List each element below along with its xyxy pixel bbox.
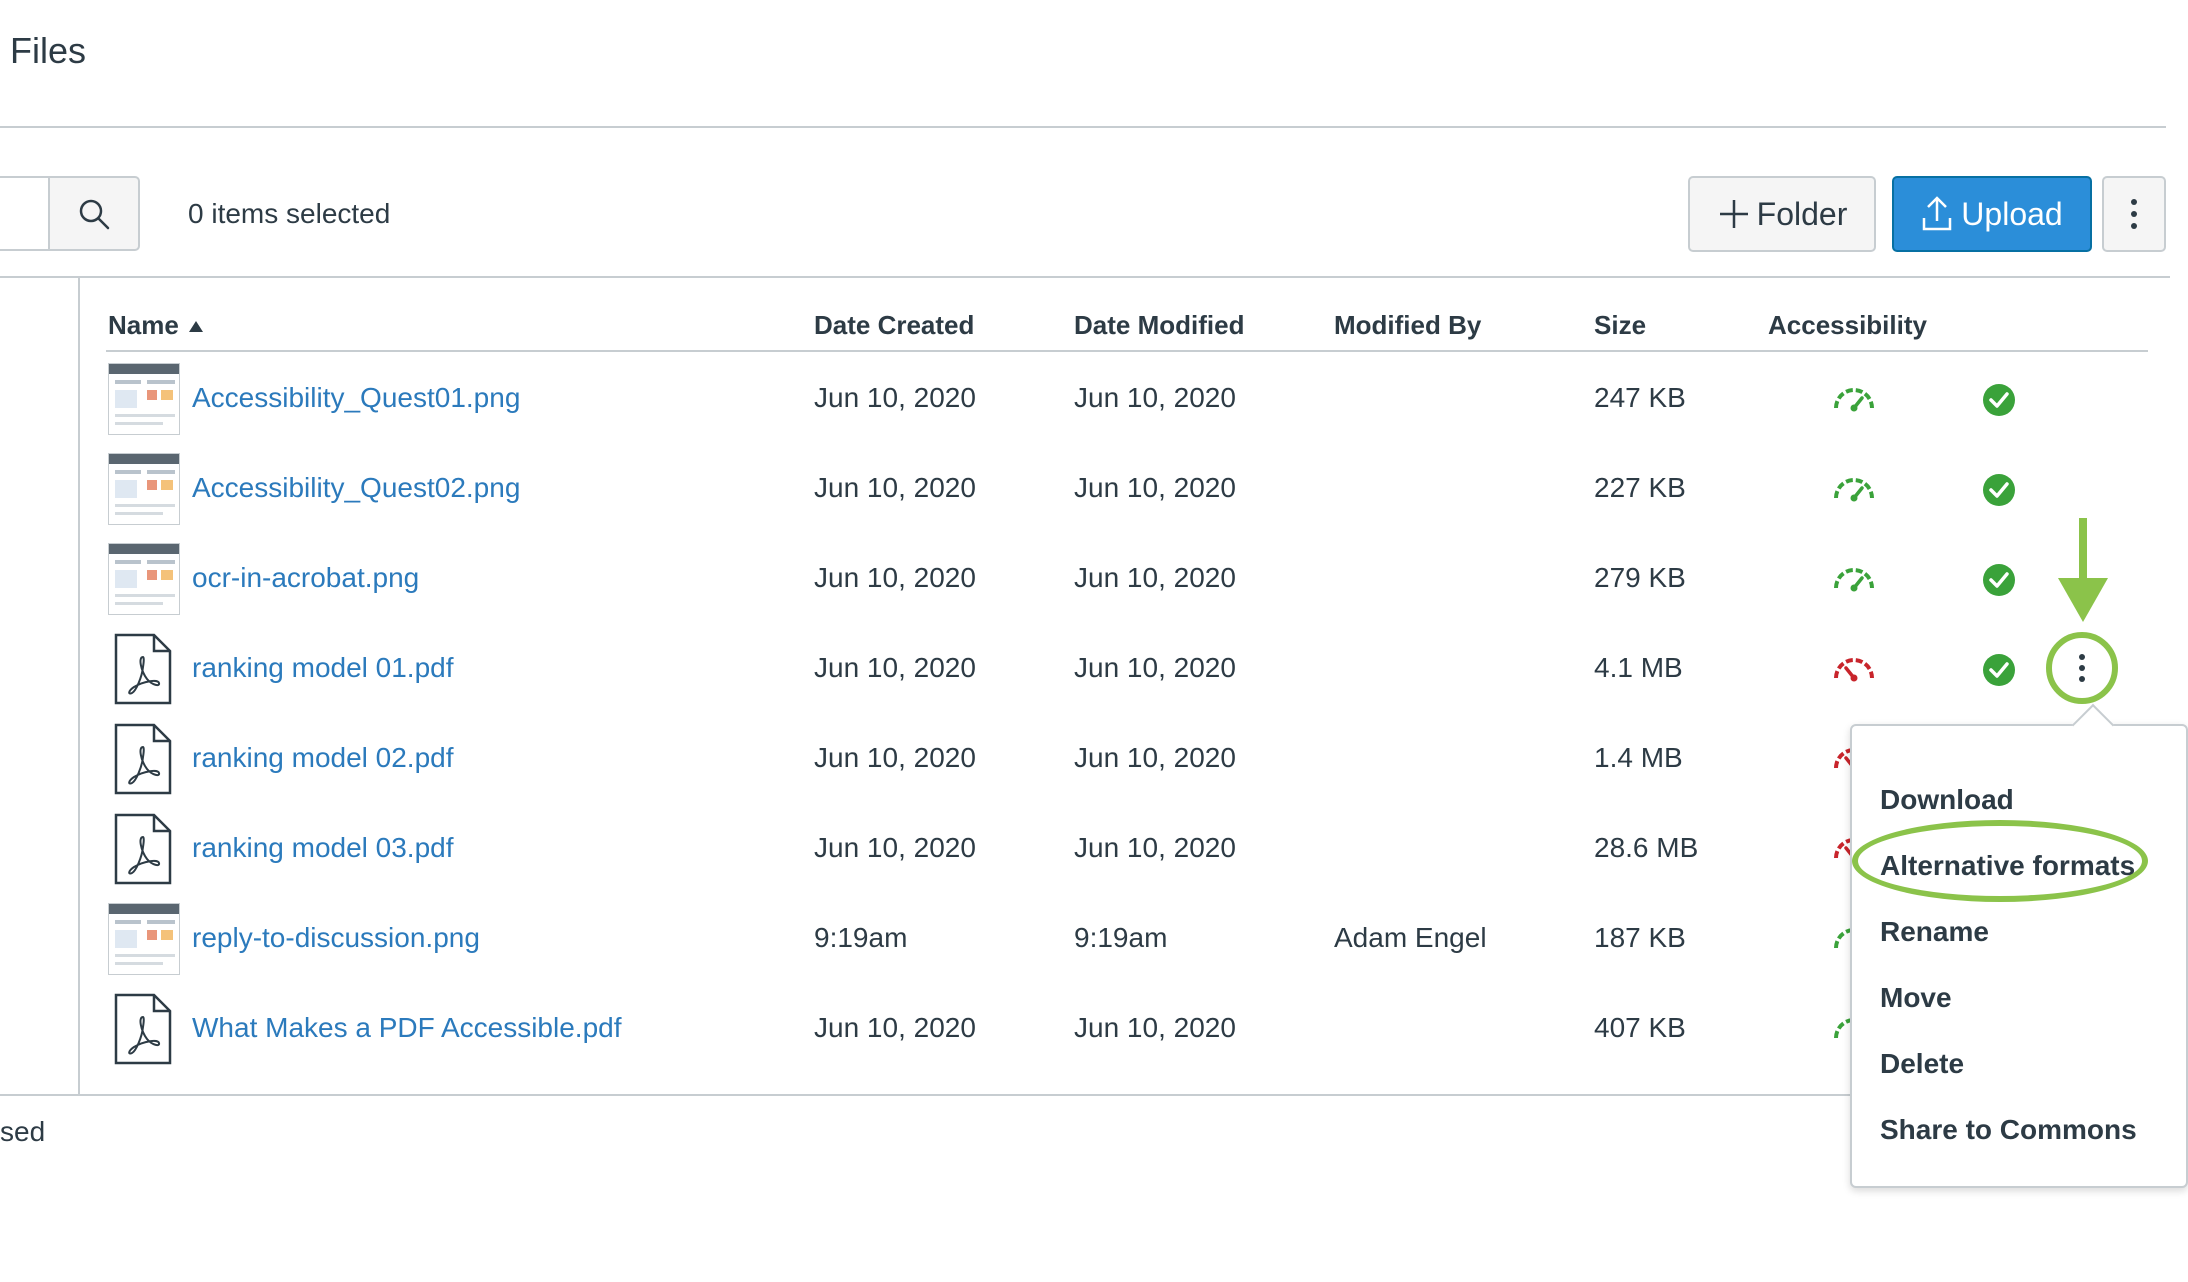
date-modified: Jun 10, 2020 bbox=[1074, 382, 1236, 413]
check-circle-icon bbox=[1983, 474, 2015, 506]
date-modified: Jun 10, 2020 bbox=[1074, 742, 1236, 773]
image-thumbnail-icon bbox=[108, 903, 180, 975]
image-thumbnail-icon bbox=[108, 453, 180, 525]
file-name-link[interactable]: reply-to-discussion.png bbox=[192, 922, 480, 954]
date-modified: Jun 10, 2020 bbox=[1074, 652, 1236, 683]
file-size: 279 KB bbox=[1594, 562, 1686, 593]
date-modified: 9:19am bbox=[1074, 922, 1168, 953]
file-name-link[interactable]: ranking model 03.pdf bbox=[192, 832, 454, 864]
selected-count: 0 items selected bbox=[188, 198, 391, 229]
search-icon bbox=[79, 199, 110, 229]
date-created: Jun 10, 2020 bbox=[814, 742, 976, 773]
file-size: 407 KB bbox=[1594, 1012, 1686, 1043]
column-header-modified-by[interactable]: Modified By bbox=[1334, 310, 1481, 341]
menu-item-delete[interactable]: Delete bbox=[1880, 1048, 1964, 1080]
table-row[interactable]: Accessibility_Quest02.png Jun 10, 2020 Jun… bbox=[0, 444, 2188, 534]
table-bottom-divider bbox=[0, 1094, 1852, 1096]
date-created: Jun 10, 2020 bbox=[814, 1012, 976, 1043]
footer-usage-text: sed bbox=[0, 1116, 46, 1147]
file-size: 247 KB bbox=[1594, 382, 1686, 413]
file-name-link[interactable]: ocr-in-acrobat.png bbox=[192, 562, 419, 594]
add-folder-label: Folder bbox=[1756, 195, 1848, 232]
column-header-date-created[interactable]: Date Created bbox=[814, 310, 974, 341]
date-created: Jun 10, 2020 bbox=[814, 832, 976, 863]
accessibility-score-icon bbox=[1834, 388, 1874, 412]
page-title: Files bbox=[10, 30, 87, 71]
date-modified: Jun 10, 2020 bbox=[1074, 832, 1236, 863]
menu-item-rename[interactable]: Rename bbox=[1880, 916, 1989, 948]
image-thumbnail-icon bbox=[108, 543, 180, 615]
accessibility-score-icon bbox=[1834, 658, 1874, 682]
file-size: 187 KB bbox=[1594, 922, 1686, 953]
menu-item-download[interactable]: Download bbox=[1880, 784, 2014, 816]
upload-button[interactable]: Upload bbox=[1892, 176, 2092, 252]
add-folder-button[interactable]: Folder bbox=[1688, 176, 1876, 252]
date-created: Jun 10, 2020 bbox=[814, 382, 976, 413]
table-header-divider bbox=[106, 350, 2148, 352]
more-vertical-icon bbox=[2079, 654, 2085, 682]
file-size: 227 KB bbox=[1594, 472, 1686, 503]
table-row[interactable]: Accessibility_Quest01.png Jun 10, 2020 Jun… bbox=[0, 354, 2188, 444]
plus-icon bbox=[1719, 200, 1748, 228]
pdf-icon bbox=[114, 813, 172, 885]
table-row[interactable]: ranking model 01.pdf Jun 10, 2020 Jun 10, … bbox=[0, 624, 2188, 714]
date-created: Jun 10, 2020 bbox=[814, 472, 976, 503]
menu-item-share-to-commons[interactable]: Share to Commons bbox=[1880, 1114, 2137, 1146]
more-vertical-icon bbox=[2131, 199, 2137, 229]
file-name-link[interactable]: ranking model 02.pdf bbox=[192, 742, 454, 774]
date-modified: Jun 10, 2020 bbox=[1074, 472, 1236, 503]
check-circle-icon bbox=[1983, 564, 2015, 596]
row-actions-button[interactable] bbox=[2046, 632, 2118, 704]
accessibility-score-icon bbox=[1834, 568, 1874, 592]
file-name-link[interactable]: Accessibility_Quest01.png bbox=[192, 382, 520, 414]
pdf-icon bbox=[114, 993, 172, 1065]
toolbar-more-button[interactable] bbox=[2102, 176, 2166, 252]
file-size: 1.4 MB bbox=[1594, 742, 1683, 773]
header-divider bbox=[0, 126, 2166, 128]
accessibility-score-icon bbox=[1834, 478, 1874, 502]
pdf-icon bbox=[114, 633, 172, 705]
date-modified: Jun 10, 2020 bbox=[1074, 562, 1236, 593]
search-button[interactable] bbox=[48, 176, 140, 251]
column-header-accessibility: Accessibility bbox=[1768, 310, 1927, 340]
file-size: 4.1 MB bbox=[1594, 652, 1683, 683]
date-modified: Jun 10, 2020 bbox=[1074, 1012, 1236, 1043]
file-size: 28.6 MB bbox=[1594, 832, 1699, 863]
menu-item-move[interactable]: Move bbox=[1880, 982, 1952, 1014]
column-header-name[interactable]: Name bbox=[108, 310, 203, 341]
annotation-arrow-icon bbox=[2058, 518, 2108, 622]
table-row[interactable]: ocr-in-acrobat.png Jun 10, 2020 Jun 10, 20… bbox=[0, 534, 2188, 624]
upload-label: Upload bbox=[1961, 195, 2063, 232]
column-header-date-modified[interactable]: Date Modified bbox=[1074, 310, 1244, 341]
date-created: Jun 10, 2020 bbox=[814, 652, 976, 683]
pdf-icon bbox=[114, 723, 172, 795]
check-circle-icon bbox=[1983, 654, 2015, 686]
image-thumbnail-icon bbox=[108, 363, 180, 435]
sort-ascending-icon bbox=[188, 321, 203, 332]
column-header-size[interactable]: Size bbox=[1594, 310, 1646, 341]
date-created: 9:19am bbox=[814, 922, 908, 953]
date-created: Jun 10, 2020 bbox=[814, 562, 976, 593]
modified-by: Adam Engel bbox=[1334, 922, 1487, 953]
upload-icon bbox=[1923, 196, 1952, 231]
search-input[interactable] bbox=[0, 176, 50, 251]
file-name-link[interactable]: Accessibility_Quest02.png bbox=[192, 472, 520, 504]
row-actions-menu: Download Alternative formats Rename Move… bbox=[1850, 724, 2188, 1188]
toolbar-divider bbox=[0, 276, 2170, 278]
check-circle-icon bbox=[1983, 384, 2015, 416]
file-name-link[interactable]: What Makes a PDF Accessible.pdf bbox=[192, 1012, 622, 1044]
file-name-link[interactable]: ranking model 01.pdf bbox=[192, 652, 454, 684]
menu-item-alternative-formats[interactable]: Alternative formats bbox=[1880, 850, 2135, 882]
